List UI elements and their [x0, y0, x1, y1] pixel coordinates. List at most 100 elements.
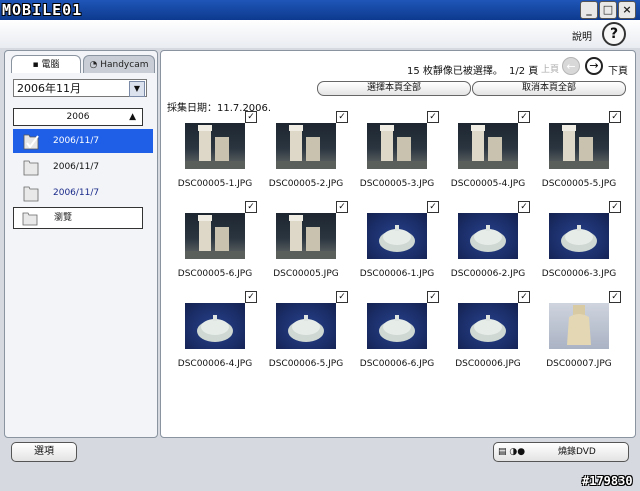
thumbnail-filename: DSC00005-5.JPG [541, 179, 617, 189]
folder-item[interactable]: 2006/11/7 [13, 181, 153, 205]
thumbnail-image[interactable] [276, 123, 336, 169]
thumbnail-checkbox[interactable]: ✓ [609, 291, 621, 303]
thumbnail-filename: DSC00006-5.JPG [268, 359, 344, 369]
thumbnail-checkbox[interactable]: ✓ [609, 201, 621, 213]
thumbnail-item[interactable]: ✓ DSC00006-2.JPG [440, 201, 530, 289]
thumbnail-item[interactable]: ✓ DSC00005.JPG [258, 201, 348, 289]
maximize-button[interactable]: □ [599, 1, 617, 19]
thumbnail-item[interactable]: ✓ DSC00007.JPG [531, 291, 621, 379]
thumbnail-filename: DSC00006-2.JPG [450, 269, 526, 279]
thumbnail-image[interactable] [276, 303, 336, 349]
browse-button[interactable]: 瀏覽 [13, 207, 143, 229]
thumbnail-image[interactable] [549, 213, 609, 259]
tab-computer-label: 電腦 [41, 60, 60, 70]
prev-page-label: 上頁 [541, 65, 560, 75]
menu-bar: 說明 ? [0, 20, 640, 48]
next-page-icon[interactable]: → [585, 57, 603, 75]
next-page-label[interactable]: 下頁 [608, 62, 628, 77]
brand-logo: MOBILE01 [2, 1, 83, 19]
thumbnail-filename: DSC00006-1.JPG [359, 269, 435, 279]
thumbnail-checkbox[interactable]: ✓ [245, 291, 257, 303]
folder-open-icon [23, 134, 39, 150]
thumbnail-checkbox[interactable]: ✓ [518, 201, 530, 213]
title-bar: MOBILE01 _ □ × [0, 0, 640, 20]
thumbnail-image[interactable] [367, 303, 427, 349]
burn-dvd-button[interactable]: ▤ ◑● 燒錄DVD [493, 442, 629, 462]
thumbnail-filename: DSC00006.JPG [455, 359, 521, 369]
thumbnail-checkbox[interactable]: ✓ [609, 111, 621, 123]
handycam-icon: ◔ [89, 60, 101, 70]
collapse-arrow-icon[interactable]: ▲ [129, 109, 136, 125]
thumbnail-item[interactable]: ✓ DSC00005-3.JPG [349, 111, 439, 199]
help-label[interactable]: 說明 [572, 28, 592, 43]
thumbnail-item[interactable]: ✓ DSC00006.JPG [440, 291, 530, 379]
thumbnail-image[interactable] [549, 123, 609, 169]
thumbnail-checkbox[interactable]: ✓ [427, 291, 439, 303]
thumbnail-item[interactable]: ✓ DSC00006-1.JPG [349, 201, 439, 289]
thumbnail-item[interactable]: ✓ DSC00006-5.JPG [258, 291, 348, 379]
folder-label: 2006/11/7 [53, 188, 100, 198]
sidebar: ▪ 電腦 ◔ Handycam 2006年11月 ▼ 2006 ▲ 2006/1… [4, 50, 158, 438]
thumbnail-image[interactable] [276, 213, 336, 259]
thumbnail-checkbox[interactable]: ✓ [336, 291, 348, 303]
bottom-bar: 選項 ▤ ◑● 燒錄DVD [0, 438, 640, 491]
disc-icon: ▤ ◑● [498, 447, 526, 457]
folder-item[interactable]: 2006/11/7 [13, 129, 153, 153]
thumbnail-image[interactable] [185, 303, 245, 349]
thumbnail-image[interactable] [458, 213, 518, 259]
thumbnail-item[interactable]: ✓ DSC00005-1.JPG [167, 111, 257, 199]
folder-icon [23, 160, 39, 176]
options-button[interactable]: 選項 [11, 442, 77, 462]
browse-label: 瀏覽 [54, 213, 73, 223]
thumbnail-item[interactable]: ✓ DSC00005-2.JPG [258, 111, 348, 199]
thumbnail-checkbox[interactable]: ✓ [518, 111, 530, 123]
deselect-all-button[interactable]: 取消本頁全部 [472, 81, 626, 96]
close-button[interactable]: × [618, 1, 636, 19]
thumbnail-image[interactable] [185, 213, 245, 259]
month-select-value: 2006年11月 [17, 82, 81, 95]
thumbnail-item[interactable]: ✓ DSC00005-4.JPG [440, 111, 530, 199]
folder-item[interactable]: 2006/11/7 [13, 155, 153, 179]
thumbnail-image[interactable] [367, 213, 427, 259]
thumbnail-panel: 15 枚靜像已被選擇。 1/2 頁 上頁 ← → 下頁 選擇本頁全部 取消本頁全… [160, 50, 636, 438]
thumbnail-filename: DSC00005-4.JPG [450, 179, 526, 189]
thumbnail-filename: DSC00005.JPG [273, 269, 339, 279]
folder-label: 2006/11/7 [53, 162, 100, 172]
burn-dvd-label: 燒錄DVD [558, 447, 596, 457]
thumbnail-item[interactable]: ✓ DSC00005-6.JPG [167, 201, 257, 289]
page-info: 1/2 頁 [509, 66, 539, 77]
thumbnail-checkbox[interactable]: ✓ [245, 111, 257, 123]
thumbnail-checkbox[interactable]: ✓ [336, 111, 348, 123]
thumbnail-item[interactable]: ✓ DSC00005-5.JPG [531, 111, 621, 199]
thumbnail-filename: DSC00005-1.JPG [177, 179, 253, 189]
thumbnail-image[interactable] [185, 123, 245, 169]
thumbnail-checkbox[interactable]: ✓ [245, 201, 257, 213]
thumbnail-item[interactable]: ✓ DSC00006-3.JPG [531, 201, 621, 289]
thumbnail-item[interactable]: ✓ DSC00006-6.JPG [349, 291, 439, 379]
thumbnail-item[interactable]: ✓ DSC00006-4.JPG [167, 291, 257, 379]
thumbnail-filename: DSC00005-3.JPG [359, 179, 435, 189]
folder-icon [23, 186, 39, 202]
minimize-button[interactable]: _ [580, 1, 598, 19]
thumbnail-image[interactable] [458, 123, 518, 169]
tab-computer[interactable]: ▪ 電腦 [11, 55, 81, 73]
help-icon[interactable]: ? [602, 22, 626, 46]
thumbnail-checkbox[interactable]: ✓ [518, 291, 530, 303]
thumbnail-image[interactable] [458, 303, 518, 349]
folder-icon [22, 212, 38, 226]
month-select[interactable]: 2006年11月 ▼ [13, 79, 147, 97]
tab-handycam[interactable]: ◔ Handycam [83, 55, 155, 73]
thumbnail-image[interactable] [549, 303, 609, 349]
chevron-down-icon[interactable]: ▼ [129, 81, 145, 97]
thumbnail-checkbox[interactable]: ✓ [427, 111, 439, 123]
thumbnail-filename: DSC00005-6.JPG [177, 269, 253, 279]
thumbnail-checkbox[interactable]: ✓ [427, 201, 439, 213]
folder-label: 2006/11/7 [53, 136, 100, 146]
thumbnail-filename: DSC00006-3.JPG [541, 269, 617, 279]
select-all-button[interactable]: 選擇本頁全部 [317, 81, 471, 96]
thumbnail-filename: DSC00006-6.JPG [359, 359, 435, 369]
thumbnail-image[interactable] [367, 123, 427, 169]
thumbnail-checkbox[interactable]: ✓ [336, 201, 348, 213]
prev-page-icon[interactable]: ← [562, 57, 580, 75]
year-header[interactable]: 2006 ▲ [13, 108, 143, 126]
